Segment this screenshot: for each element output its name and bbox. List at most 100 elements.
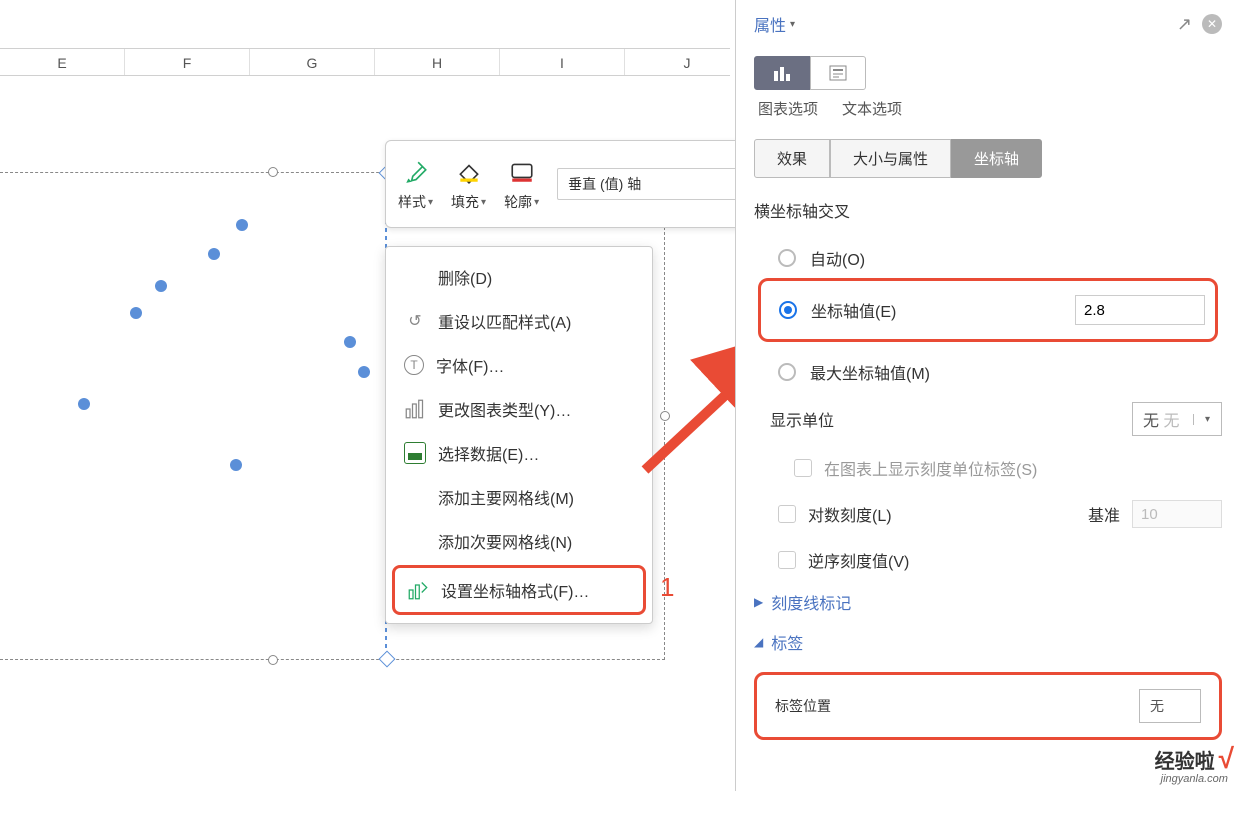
menu-label: 更改图表类型(Y)… — [438, 397, 571, 421]
col-header[interactable]: H — [375, 49, 500, 75]
menu-add-major-gridlines[interactable]: 添加主要网格线(M) — [386, 475, 652, 519]
menu-font[interactable]: T 字体(F)… — [386, 343, 652, 387]
triangle-down-icon: ◢ — [754, 635, 763, 649]
data-point[interactable] — [208, 248, 220, 260]
menu-add-minor-gridlines[interactable]: 添加次要网格线(N) — [386, 519, 652, 563]
bucket-icon — [453, 156, 485, 188]
check-label: 逆序刻度值(V) — [808, 548, 909, 572]
label-position-select[interactable]: 无 — [1139, 689, 1201, 723]
menu-reset-style[interactable]: ↺ 重设以匹配样式(A) — [386, 299, 652, 343]
menu-format-axis[interactable]: 设置坐标轴格式(F)… — [392, 565, 646, 615]
text-options-label: 文本选项 — [842, 98, 902, 119]
chevron-down-icon: ▾ — [534, 197, 539, 208]
outline-button[interactable]: 轮廓▾ — [504, 156, 539, 212]
data-point[interactable] — [130, 307, 142, 319]
horizontal-axis-crosses-label: 横坐标轴交叉 — [754, 198, 1222, 222]
combo-value: 垂直 (值) 轴 — [568, 174, 641, 194]
radio-icon — [778, 363, 796, 381]
labels-collapse[interactable]: ◢ 标签 — [754, 622, 1222, 662]
triangle-right-icon: ▶ — [754, 595, 763, 609]
menu-change-chart-type[interactable]: 更改图表类型(Y)… — [386, 387, 652, 431]
watermark-text: 经验啦 — [1155, 745, 1215, 774]
radio-label: 自动(O) — [810, 246, 865, 270]
chart-options-toggle[interactable] — [754, 56, 810, 90]
collapse-label: 标签 — [771, 630, 803, 654]
chart-icon — [404, 398, 426, 420]
check-label: 在图表上显示刻度单位标签(S) — [824, 456, 1037, 480]
brush-icon — [400, 156, 432, 188]
checkmark-icon: √ — [1219, 743, 1234, 775]
tab-axis[interactable]: 坐标轴 — [951, 139, 1042, 178]
display-unit-select[interactable]: 无 无 ▾ — [1132, 402, 1222, 436]
tick-marks-collapse[interactable]: ▶ 刻度线标记 — [754, 582, 1222, 622]
close-icon[interactable]: ✕ — [1202, 14, 1222, 34]
chevron-down-icon: ▾ — [481, 197, 486, 208]
menu-label: 添加次要网格线(N) — [438, 529, 572, 553]
chevron-down-icon: ▾ — [790, 19, 795, 30]
menu-label: 字体(F)… — [436, 353, 504, 377]
blank-icon — [404, 530, 426, 552]
resize-handle[interactable] — [268, 655, 278, 665]
col-header[interactable]: I — [500, 49, 625, 75]
blank-icon — [404, 486, 426, 508]
display-unit-label: 显示单位 — [770, 407, 834, 431]
blank-icon — [404, 266, 426, 288]
reverse-order-check[interactable]: 逆序刻度值(V) — [754, 538, 1222, 582]
axis-value-input[interactable] — [1075, 295, 1205, 325]
fill-button[interactable]: 填充▾ — [451, 156, 486, 212]
highlighted-label-position-row: 标签位置 无 — [754, 672, 1222, 740]
data-point[interactable] — [358, 366, 370, 378]
menu-label: 选择数据(E)… — [438, 441, 539, 465]
select-data-icon — [404, 442, 426, 464]
outline-label: 轮廓 — [504, 192, 532, 212]
menu-delete[interactable]: 删除(D) — [386, 255, 652, 299]
reset-icon: ↺ — [404, 310, 426, 332]
col-header[interactable]: E — [0, 49, 125, 75]
radio-label: 坐标轴值(E) — [811, 298, 896, 322]
bar-chart-icon — [772, 65, 792, 81]
chart-options-label: 图表选项 — [758, 98, 818, 119]
label-position-text: 标签位置 — [775, 696, 831, 716]
radio-label: 最大坐标轴值(M) — [810, 360, 930, 384]
panel-title[interactable]: 属性 ▾ — [754, 12, 795, 36]
radio-max-axis-value[interactable]: 最大坐标轴值(M) — [754, 352, 1222, 392]
chevron-down-icon: ▾ — [1193, 414, 1221, 425]
style-button[interactable]: 样式▾ — [398, 156, 433, 212]
resize-handle[interactable] — [660, 411, 670, 421]
watermark-url: jingyanla.com — [1161, 773, 1228, 785]
data-point[interactable] — [236, 219, 248, 231]
data-point[interactable] — [344, 336, 356, 348]
radio-auto[interactable]: 自动(O) — [754, 238, 1222, 278]
checkbox-icon — [794, 459, 812, 477]
col-header[interactable]: J — [625, 49, 750, 75]
menu-label: 添加主要网格线(M) — [438, 485, 574, 509]
highlighted-axis-value-row: 坐标轴值(E) — [758, 278, 1218, 342]
tab-effect[interactable]: 效果 — [754, 139, 830, 178]
radio-icon — [778, 249, 796, 267]
text-icon — [829, 65, 847, 81]
tab-size-properties[interactable]: 大小与属性 — [830, 139, 951, 178]
menu-label: 设置坐标轴格式(F)… — [441, 578, 589, 602]
data-point[interactable] — [78, 398, 90, 410]
text-options-toggle[interactable] — [810, 56, 866, 90]
context-menu: 删除(D) ↺ 重设以匹配样式(A) T 字体(F)… 更改图表类型(Y)… 选… — [385, 246, 653, 624]
log-base-input[interactable] — [1132, 500, 1222, 528]
col-header[interactable]: G — [250, 49, 375, 75]
menu-label: 删除(D) — [438, 265, 492, 289]
data-point[interactable] — [230, 459, 242, 471]
log-scale-check[interactable]: 对数刻度(L) 基准 — [754, 490, 1222, 538]
data-point[interactable] — [155, 280, 167, 292]
style-label: 样式 — [398, 192, 426, 212]
checkbox-icon — [778, 505, 796, 523]
check-label: 对数刻度(L) — [808, 502, 892, 526]
watermark: 经验啦 √ jingyanla.com — [1155, 743, 1234, 785]
col-header[interactable]: F — [125, 49, 250, 75]
popout-icon[interactable]: ↗ — [1177, 14, 1192, 35]
font-icon: T — [404, 355, 424, 375]
menu-select-data[interactable]: 选择数据(E)… — [386, 431, 652, 475]
resize-handle[interactable] — [268, 167, 278, 177]
show-unit-label-check: 在图表上显示刻度单位标签(S) — [754, 446, 1222, 490]
menu-label: 重设以匹配样式(A) — [438, 309, 571, 333]
radio-icon-checked — [779, 301, 797, 319]
radio-axis-value[interactable]: 坐标轴值(E) — [771, 287, 1205, 333]
